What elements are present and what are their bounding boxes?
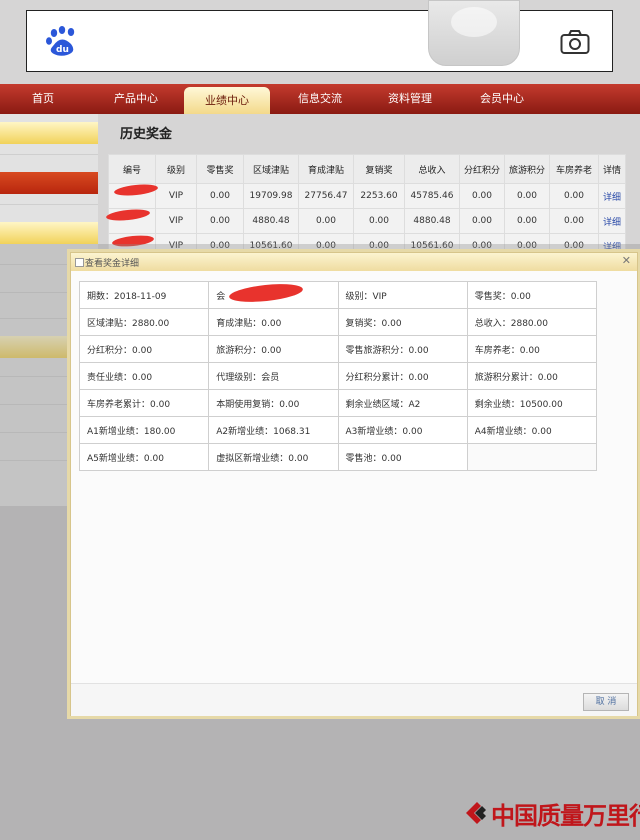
- detail-cell: 本期使用复销：0.00: [208, 389, 339, 417]
- detail-cell: 区域津贴：2880.00: [78, 308, 210, 336]
- sidebar-item[interactable]: [0, 172, 98, 194]
- page-title: 历史奖金: [120, 127, 173, 142]
- detail-cell: 代理级别：会员: [208, 362, 339, 390]
- col-nurture: 育成津贴: [298, 154, 354, 184]
- detail-cell: 育成津贴：0.00: [208, 308, 339, 336]
- col-level: 级别: [155, 154, 197, 184]
- baidu-logo-icon[interactable]: du: [45, 26, 81, 58]
- detail-row: 责任业绩：0.00 代理级别：会员 分红积分累计：0.00 旅游积分累计：0.0…: [78, 362, 598, 390]
- nav-info-exchange[interactable]: 信息交流: [284, 84, 356, 114]
- detail-cell: 零售池：0.00: [337, 443, 468, 471]
- sidebar-item[interactable]: [0, 222, 98, 244]
- detail-cell: 分红积分：0.00: [78, 335, 210, 363]
- detail-row: 期数：2018-11-09 会 级别：VIP 零售奖：0.00: [78, 281, 598, 309]
- nav-home[interactable]: 首页: [14, 84, 72, 114]
- detail-link[interactable]: 详细: [598, 208, 626, 234]
- col-travel: 旅游积分: [504, 154, 550, 184]
- detail-cell: 剩余业绩区域：A2: [337, 389, 468, 417]
- col-detail: 详情: [598, 154, 626, 184]
- detail-cell: 分红积分累计：0.00: [337, 362, 468, 390]
- nav-document-management[interactable]: 资料管理: [374, 84, 446, 114]
- cancel-button[interactable]: 取 消: [583, 693, 629, 711]
- detail-cell: 零售奖：0.00: [466, 281, 598, 309]
- svg-text:du: du: [56, 45, 69, 55]
- col-repurchase: 复销奖: [353, 154, 405, 184]
- dialog-title: 查看奖金详细: [85, 259, 140, 269]
- search-bar[interactable]: du: [26, 10, 613, 72]
- camera-icon[interactable]: [560, 29, 590, 55]
- sidebar-item[interactable]: [0, 122, 98, 144]
- detail-cell: A1新增业绩：180.00: [78, 416, 210, 444]
- detail-cell: A2新增业绩：1068.31: [208, 416, 339, 444]
- detail-row: 分红积分：0.00 旅游积分：0.00 零售旅游积分：0.00 车房养老：0.0…: [78, 335, 598, 363]
- detail-row: A1新增业绩：180.00 A2新增业绩：1068.31 A3新增业绩：0.00…: [78, 416, 598, 444]
- close-icon[interactable]: ✕: [622, 254, 631, 267]
- col-retail: 零售奖: [196, 154, 244, 184]
- detail-cell: A5新增业绩：0.00: [78, 443, 210, 471]
- detail-cell-empty: [466, 443, 598, 471]
- assistive-touch-button[interactable]: [428, 0, 520, 66]
- detail-row: A5新增业绩：0.00 虚拟区新增业绩：0.00 零售池：0.00: [78, 443, 598, 471]
- table-header-row: 编号 级别 零售奖 区域津贴 育成津贴 复销奖 总收入 分红积分 旅游积分 车房…: [108, 154, 626, 184]
- detail-cell: 旅游积分累计：0.00: [466, 362, 598, 390]
- detail-row: 区域津贴：2880.00 育成津贴：0.00 复销奖：0.00 总收入：2880…: [78, 308, 598, 336]
- detail-cell: A4新增业绩：0.00: [466, 416, 598, 444]
- table-row: VIP 0.00 4880.48 0.00 0.00 4880.48 0.00 …: [108, 208, 626, 234]
- nav-performance[interactable]: 业绩中心: [184, 87, 270, 114]
- detail-cell: 虚拟区新增业绩：0.00: [208, 443, 339, 471]
- window-icon: [75, 258, 84, 267]
- detail-cell: 总收入：2880.00: [466, 308, 598, 336]
- detail-row: 车房养老累计：0.00 本期使用复销：0.00 剩余业绩区域：A2 剩余业绩：1…: [78, 389, 598, 417]
- detail-cell: A3新增业绩：0.00: [337, 416, 468, 444]
- detail-cell: 级别：VIP: [337, 281, 468, 309]
- detail-cell: 责任业绩：0.00: [78, 362, 210, 390]
- detail-cell: 剩余业绩：10500.00: [466, 389, 598, 417]
- detail-cell: 车房养老：0.00: [466, 335, 598, 363]
- detail-cell: 期数：2018-11-09: [78, 281, 210, 309]
- col-total: 总收入: [404, 154, 460, 184]
- watermark-logo-icon: [466, 802, 486, 824]
- detail-link[interactable]: 详细: [598, 183, 626, 209]
- dialog-header[interactable]: 查看奖金详细 ✕: [71, 253, 637, 271]
- main-nav: 首页 产品中心 业绩中心 信息交流 资料管理 会员中心: [0, 84, 640, 114]
- watermark-text: 中国质量万里行: [491, 801, 640, 830]
- detail-cell: 零售旅游积分：0.00: [337, 335, 468, 363]
- nav-member-center[interactable]: 会员中心: [466, 84, 538, 114]
- detail-cell: 车房养老累计：0.00: [78, 389, 210, 417]
- nav-products[interactable]: 产品中心: [100, 84, 172, 114]
- detail-cell: 复销奖：0.00: [337, 308, 468, 336]
- detail-cell: 旅游积分：0.00: [208, 335, 339, 363]
- col-dividend: 分红积分: [459, 154, 505, 184]
- dialog-footer: 取 消: [71, 683, 637, 716]
- col-id: 编号: [108, 154, 156, 184]
- bonus-detail-dialog: 查看奖金详细 ✕ 期数：2018-11-09 会 级别：VIP 零售奖：0.00…: [70, 252, 638, 716]
- table-row: VIP 0.00 19709.98 27756.47 2253.60 45785…: [108, 183, 626, 209]
- bonus-detail-grid: 期数：2018-11-09 会 级别：VIP 零售奖：0.00 区域津贴：288…: [78, 281, 598, 471]
- col-region: 区域津贴: [243, 154, 299, 184]
- col-pension: 车房养老: [549, 154, 599, 184]
